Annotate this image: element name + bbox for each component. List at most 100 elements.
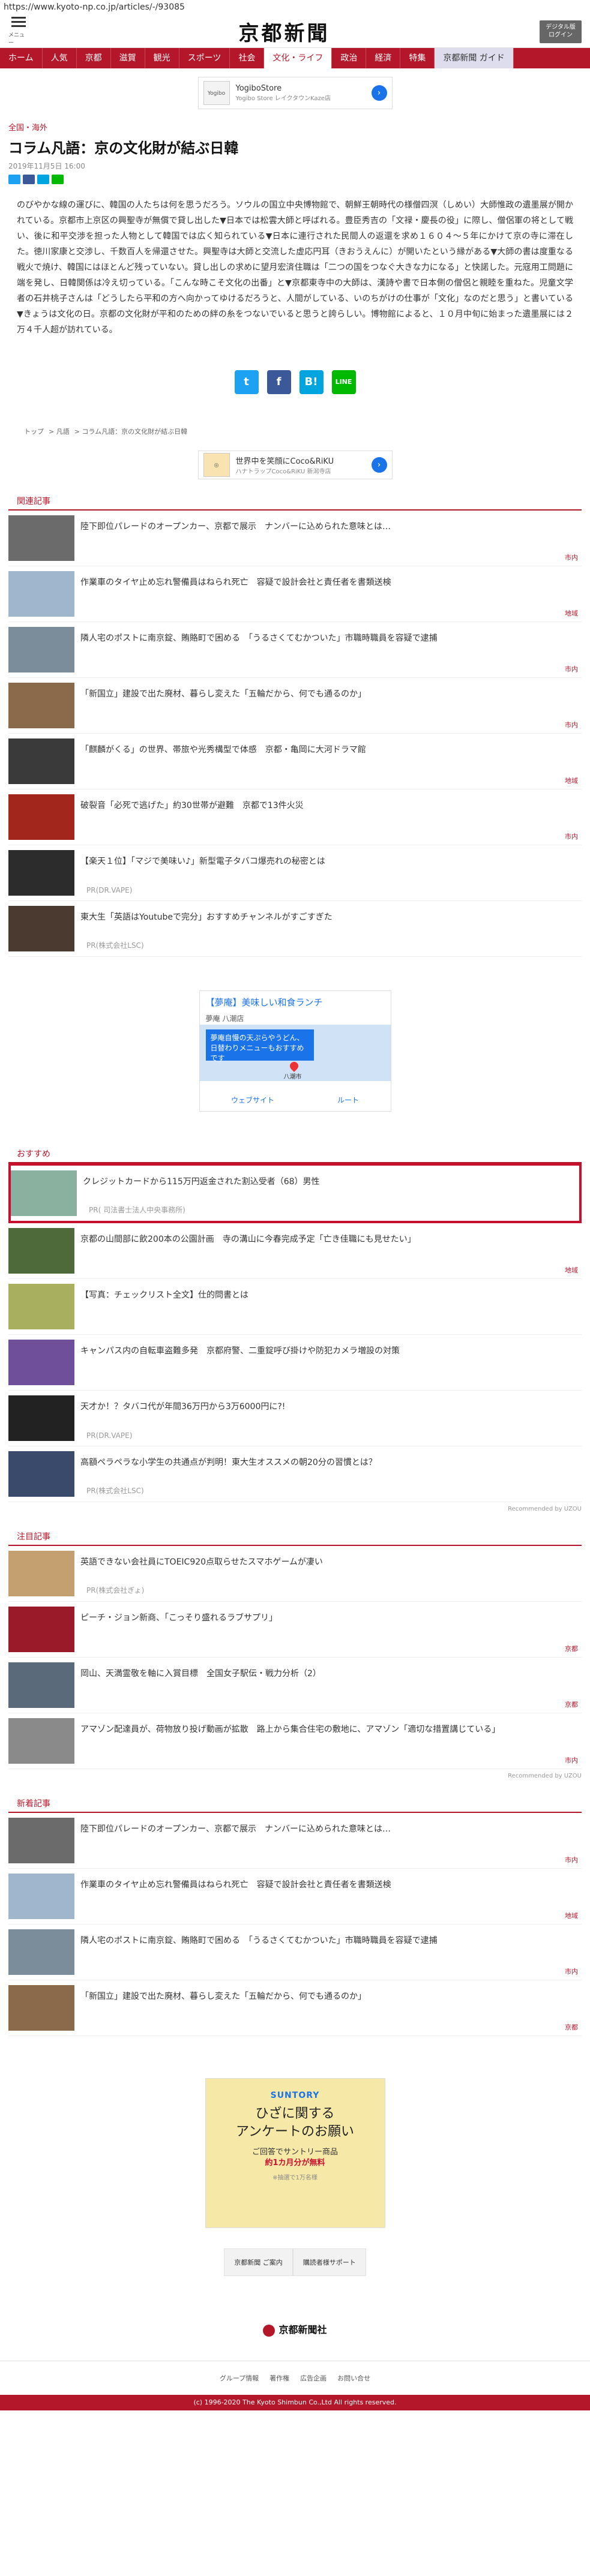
list-item[interactable]: 京都の山間部に飲200本の公園計画 寺の溝山に今春完成予定「亡き佳職にも見せたい…	[8, 1223, 582, 1279]
website-link[interactable]: ウェブサイト	[231, 1095, 274, 1105]
chevron-right-icon[interactable]: ›	[371, 457, 387, 473]
list-item-title: ピーチ・ジョン新商、「こっそり盛れるラブサプリ」	[80, 1613, 278, 1623]
footer-nav-item[interactable]: 著作権	[269, 2373, 289, 2383]
list-item[interactable]: 「麒麟がくる」の世界、帯旅や光秀構型で体感 京都・亀岡に大河ドラマ館 地域	[8, 734, 582, 789]
thumbnail	[8, 627, 74, 672]
list-item[interactable]: 岡山、天満霊敬を軸に入賞目標 全国女子駅伝・戦力分析（2） 京都	[8, 1658, 582, 1713]
share-buttons: t f B! LINE	[0, 350, 590, 418]
site-header: メニュー 京都新聞 デジタル版 ログイン	[0, 16, 590, 48]
main-nav: ホーム 人気 京都 滋賀 観光 スポーツ 社会 文化・ライフ 政治 経済 特集 京都新聞 ガイド	[0, 48, 590, 68]
article-date: 2019年11月5日 16:00	[8, 162, 85, 170]
list-item-title: 「新国立」建設で出た廃材、暮らし変えた「五輪だから、何でも通るのか」	[80, 1992, 366, 2001]
twitter-icon[interactable]	[8, 175, 20, 184]
footer-nav-item[interactable]: お問い合せ	[337, 2373, 370, 2383]
list-item[interactable]: 陸下即位パレードのオープンカー、京都で展示 ナンバーに込められた意味とは… 市内	[8, 511, 582, 566]
list-item-title: 作業車のタイヤ止め忘れ警備員はねられ死亡 容疑で設計会社と責任者を書類送検	[80, 578, 391, 587]
list-item-title: 隣人宅のポストに南京錠、賄賂町で困める 「うるさくてむかついた」市職時職員を容疑…	[80, 634, 438, 643]
list-item[interactable]: 作業車のタイヤ止め忘れ警備員はねられ死亡 容疑で設計会社と責任者を書類送検 地域	[8, 566, 582, 622]
list-item[interactable]: 作業車のタイヤ止め忘れ警備員はねられ死亡 容疑で設計会社と責任者を書類送検 地域	[8, 1869, 582, 1925]
list-item[interactable]: 隣人宅のポストに南京錠、賄賂町で困める 「うるさくてむかついた」市職時職員を容疑…	[8, 622, 582, 678]
list-item-highlighted[interactable]: クレジットカードから115万円返金された割込受者（68）男性 PR( 司法書士法…	[8, 1163, 582, 1223]
nav-item[interactable]: 京都新聞 ガイド	[435, 48, 514, 68]
line-icon[interactable]	[52, 175, 64, 184]
footer-link-support[interactable]: 購読者様サポート	[292, 2248, 366, 2276]
nav-item[interactable]: 観光	[145, 48, 179, 68]
list-item[interactable]: 高額ペラペラな小学生の共通点が判明！東大生オススメの朝20分の習慣とは？ PR(株…	[8, 1446, 582, 1502]
newest-list: 陸下即位パレードのオープンカー、京都で展示 ナンバーに込められた意味とは… 市内作…	[0, 1813, 590, 2036]
nav-item[interactable]: 政治	[332, 48, 367, 68]
nav-item[interactable]: 社会	[230, 48, 265, 68]
list-item-title: 英語できない会社員にTOEIC920点取らせたスマホゲームが凄い	[80, 1557, 323, 1567]
route-link[interactable]: ルート	[337, 1095, 359, 1105]
menu-button[interactable]: メニュー	[8, 17, 29, 46]
digital-login-button[interactable]: デジタル版 ログイン	[540, 20, 582, 43]
twitter-share-button[interactable]: t	[234, 370, 259, 394]
list-item[interactable]: 天才か！？タバコ代が年間36万円から3万6000円に?! PR(DR.VAPE)	[8, 1391, 582, 1446]
nav-item[interactable]: 京都	[77, 48, 111, 68]
thumbnail	[8, 1874, 74, 1919]
footer-logo[interactable]: 京都新聞社	[0, 2312, 590, 2361]
thumbnail	[8, 906, 74, 951]
line-share-button[interactable]: LINE	[331, 370, 356, 394]
ad-banner-mid[interactable]: ◎ 世界中を笑顔にCoco&RiKU ハナトラップCoco&RiKU 新潟寺店 …	[197, 451, 393, 479]
facebook-icon[interactable]	[23, 175, 35, 184]
nav-item[interactable]: 特集	[400, 48, 435, 68]
hatena-icon[interactable]	[37, 175, 49, 184]
ad-title: YogiboStore	[235, 84, 282, 93]
list-item[interactable]: アマゾン配達員が、荷物放り投げ動画が拡散 路上から集合住宅の敷地に、アマゾン「適…	[8, 1713, 582, 1769]
nav-item[interactable]: 滋賀	[111, 48, 145, 68]
area-tag: 市内	[565, 554, 578, 562]
area-tag: 市内	[565, 833, 578, 840]
list-item-title: 京都の山間部に飲200本の公園計画 寺の溝山に今春完成予定「亡き佳職にも見せたい…	[80, 1235, 416, 1244]
list-item[interactable]: 隣人宅のポストに南京錠、賄賂町で困める 「うるさくてむかついた」市職時職員を容疑…	[8, 1925, 582, 1980]
facebook-share-button[interactable]: f	[266, 370, 291, 394]
list-item[interactable]: 「新国立」建設で出た廃材、暮らし変えた「五輪だから、何でも通るのか」 市内	[8, 678, 582, 734]
list-item[interactable]: 破裂音「必死で逃げた」約30世帯が避難 京都で13件火災 市内	[8, 789, 582, 845]
list-item-title: 作業車のタイヤ止め忘れ警備員はねられ死亡 容疑で設計会社と責任者を書類送検	[80, 1880, 391, 1890]
area-tag: 京都	[565, 1701, 578, 1709]
site-logo[interactable]: 京都新聞	[239, 17, 330, 46]
ad-banner-top[interactable]: Yogibo YogiboStore Yogibo Store レイクタウンKa…	[197, 77, 393, 109]
url-bar[interactable]: https://www.kyoto-np.co.jp/articles/-/93…	[0, 0, 590, 16]
area-tag: 市内	[565, 665, 578, 673]
list-item[interactable]: 【楽天１位】「マジで美味い♪」新型電子タバコ爆売れの秘密とは PR(DR.VAPE…	[8, 845, 582, 901]
thumbnail	[8, 1451, 74, 1497]
breadcrumb-item[interactable]: トップ	[24, 428, 44, 436]
nav-item[interactable]: スポーツ	[179, 48, 230, 68]
breadcrumb-item[interactable]: 凡語	[56, 428, 70, 436]
list-item[interactable]: ピーチ・ジョン新商、「こっそり盛れるラブサプリ」京都	[8, 1602, 582, 1658]
list-item-title: 【写真：チェックリスト全文】仕的問書とは	[80, 1290, 248, 1300]
footer-nav-item[interactable]: グループ情報	[220, 2373, 259, 2383]
list-item[interactable]: 【写真：チェックリスト全文】仕的問書とは	[8, 1279, 582, 1335]
ad-sub-line2: 約1カ月分が無料	[265, 2158, 325, 2167]
list-item[interactable]: 東大生「英語はYoutubeで完分」おすすめチャンネルがすごすぎた PR(株式会社…	[8, 901, 582, 957]
footer-logo-text: 京都新聞社	[278, 2324, 327, 2335]
ad-text: 世界中を笑顔にCoco&RiKU ハナトラップCoco&RiKU 新潟寺店	[236, 455, 366, 475]
nav-item[interactable]: ホーム	[0, 48, 43, 68]
thumbnail	[8, 1551, 74, 1596]
ad-map[interactable]: 【夢庵】美味しい和食ランチ 夢庵 八潮店 夢庵自慢の天ぷらやうどん、日替わりメニ…	[199, 990, 391, 1112]
nav-item[interactable]: 文化・ライフ	[264, 48, 333, 68]
area-tag: 市内	[565, 1968, 578, 1975]
ad-brand: SUNTORY	[270, 2091, 320, 2100]
copyright: (c) 1996-2020 The Kyoto Shimbun Co.,Ltd …	[0, 2394, 590, 2410]
article-category[interactable]: 全国・海外	[0, 118, 590, 134]
list-item[interactable]: 陸下即位パレードのオープンカー、京都で展示 ナンバーに込められた意味とは… 市内	[8, 1813, 582, 1869]
nav-item[interactable]: 経済	[366, 48, 401, 68]
ad-map-sub: 夢庵 八潮店	[205, 1014, 244, 1023]
ad-suntory[interactable]: SUNTORY ひざに関する アンケートのお願い ご回答でサントリー商品 約1カ…	[205, 2078, 385, 2228]
menu-caption: メニュー	[8, 32, 25, 46]
list-item[interactable]: 英語できない会社員にTOEIC920点取らせたスマホゲームが凄い PR(株式会社ぎ…	[8, 1546, 582, 1602]
osusume-list: クレジットカードから115万円返金された割込受者（68）男性 PR( 司法書士法…	[0, 1163, 590, 1502]
nav-item[interactable]: 人気	[43, 48, 77, 68]
ad-map-title[interactable]: 【夢庵】美味しい和食ランチ	[200, 991, 391, 1013]
list-item-title: 隣人宅のポストに南京錠、賄賂町で困める 「うるさくてむかついた」市職時職員を容疑…	[80, 1936, 438, 1945]
hatena-share-button[interactable]: B!	[299, 370, 324, 394]
list-item[interactable]: キャンパス内の自転車盗難多発 京都府警、二重錠呼び掛けや防犯カメラ増設の対策	[8, 1335, 582, 1391]
chevron-right-icon[interactable]: ›	[371, 85, 387, 101]
list-item-title: アマゾン配達員が、荷物放り投げ動画が拡散 路上から集合住宅の敷地に、アマゾン「適…	[80, 1725, 501, 1734]
list-item[interactable]: 「新国立」建設で出た廃材、暮らし変えた「五輪だから、何でも通るのか」 京都	[8, 1980, 582, 2036]
area-tag: 京都	[565, 1645, 578, 1653]
footer-link-guide[interactable]: 京都新聞 ご案内	[224, 2248, 293, 2276]
footer-nav-item[interactable]: 広告企画	[300, 2373, 327, 2383]
